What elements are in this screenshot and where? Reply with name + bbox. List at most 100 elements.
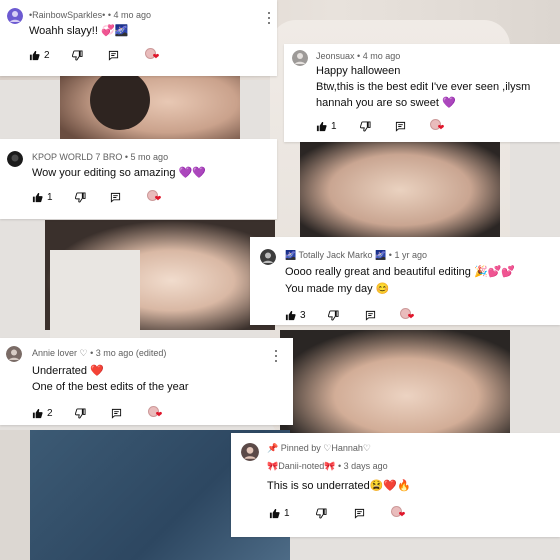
comment-author[interactable]: Jeonsuax — [316, 51, 355, 61]
meta-separator: • — [90, 348, 94, 358]
dislike-button[interactable] — [360, 121, 371, 132]
background-photo-face-1 — [60, 70, 240, 150]
reply-button[interactable] — [365, 310, 376, 321]
like-count: 1 — [284, 507, 290, 519]
comment-text-line-1: Oooo really great and beautiful editing … — [285, 266, 516, 278]
comment-card: KPOP WORLD 7 BRO • 5 mo ago Wow your edi… — [0, 139, 277, 219]
dislike-button[interactable] — [75, 192, 86, 203]
dislike-button[interactable] — [72, 50, 83, 61]
like-button[interactable]: 2 — [29, 50, 50, 61]
thumbs-down-icon — [75, 192, 86, 203]
dislike-button[interactable] — [75, 408, 86, 419]
meta-separator: • — [107, 10, 112, 20]
reply-icon — [111, 408, 122, 419]
comment-author[interactable]: 🎀Danii-noted🎀 — [267, 461, 335, 471]
like-button[interactable]: 3 — [285, 310, 306, 321]
meta-separator: • — [388, 250, 392, 260]
comment-time: 5 mo ago — [130, 152, 169, 162]
more-vert-icon[interactable] — [273, 350, 279, 362]
thumbs-up-icon — [29, 50, 40, 61]
comment-text-line-1: Underrated ❤️ — [32, 365, 104, 377]
thumbs-down-icon — [360, 121, 371, 132]
background-photo-face-2 — [300, 140, 500, 240]
avatar[interactable] — [260, 249, 276, 265]
meta-separator: • — [124, 152, 129, 162]
comment-text-line-1: Happy halloween — [316, 65, 401, 77]
comment-actions: 2 ❤ — [29, 48, 163, 62]
comment-meta: 🌌 Totally Jack Marko 🌌 • 1 yr ago — [285, 250, 427, 261]
comment-meta: Jeonsuax • 4 mo ago — [316, 51, 400, 61]
reply-button[interactable] — [354, 508, 365, 519]
like-button[interactable]: 2 — [32, 408, 53, 419]
comment-text: Wow your editing so amazing 💜💜 — [32, 167, 206, 179]
creator-heart-icon[interactable]: ❤ — [429, 119, 448, 133]
comment-text: This is so underrated😫❤️🔥 — [267, 480, 411, 492]
avatar[interactable] — [7, 8, 23, 24]
reply-icon — [354, 508, 365, 519]
creator-heart-icon[interactable]: ❤ — [390, 506, 409, 520]
creator-heart-icon[interactable]: ❤ — [399, 308, 418, 322]
creator-heart-icon[interactable]: ❤ — [144, 48, 163, 62]
thumbs-up-icon — [32, 408, 43, 419]
comment-actions: 1 ❤ — [32, 190, 165, 204]
reply-icon — [395, 121, 406, 132]
reply-button[interactable] — [395, 121, 406, 132]
comment-time: 3 days ago — [343, 461, 388, 471]
avatar[interactable] — [6, 346, 22, 362]
pinned-by-text: Pinned by ♡Hannah♡ — [280, 443, 371, 453]
reply-icon — [110, 192, 121, 203]
more-vert-icon[interactable] — [266, 12, 272, 24]
reply-icon — [365, 310, 376, 321]
dislike-button[interactable] — [316, 508, 327, 519]
avatar[interactable] — [292, 50, 308, 66]
avatar[interactable] — [7, 151, 23, 167]
creator-heart-icon[interactable]: ❤ — [147, 406, 166, 420]
thumbs-up-icon — [32, 192, 43, 203]
pinned-label: 📌 Pinned by ♡Hannah♡ — [267, 443, 371, 454]
background-photo-shirt — [50, 250, 140, 340]
thumbs-up-icon — [269, 508, 280, 519]
comment-actions: 3 ❤ — [285, 308, 418, 322]
like-button[interactable]: 1 — [32, 192, 53, 203]
comment-text: Woahh slayy!! 💞🌌 — [29, 25, 129, 37]
creator-heart-icon[interactable]: ❤ — [146, 190, 165, 204]
comment-text-line-3: hannah you are so sweet 💜 — [316, 97, 456, 109]
comment-author[interactable]: •RainbowSparkles• — [29, 10, 105, 20]
pin-icon: 📌 — [267, 443, 279, 453]
comment-meta: •RainbowSparkles• • 4 mo ago — [29, 10, 151, 20]
like-count: 2 — [47, 407, 53, 419]
comment-author[interactable]: 🌌 Totally Jack Marko 🌌 — [285, 250, 386, 260]
comment-meta: 🎀Danii-noted🎀 • 3 days ago — [267, 461, 388, 472]
comment-text-line-2: One of the best edits of the year — [32, 381, 189, 393]
comment-text-line-2: You made my day 😊 — [285, 283, 390, 295]
comment-text-line-2: Btw,this is the best edit I've ever seen… — [316, 81, 531, 93]
meta-separator: • — [337, 461, 342, 471]
comment-meta: Annie lover ♡ • 3 mo ago (edited) — [32, 348, 166, 359]
thumbs-up-icon — [285, 310, 296, 321]
comment-card: Jeonsuax • 4 mo ago Happy halloween Btw,… — [284, 44, 560, 142]
reply-button[interactable] — [110, 192, 121, 203]
dislike-button[interactable] — [328, 310, 339, 321]
avatar[interactable] — [241, 443, 259, 461]
comment-time: 4 mo ago — [362, 51, 401, 61]
like-count: 1 — [47, 191, 53, 203]
comment-actions: 2 ❤ — [32, 406, 166, 420]
like-count: 3 — [300, 309, 306, 321]
reply-icon — [108, 50, 119, 61]
background-photo-hair-1 — [90, 70, 150, 130]
like-count: 1 — [331, 120, 337, 132]
comment-time: 3 mo ago (edited) — [95, 348, 167, 358]
pinned-comment-card: 📌 Pinned by ♡Hannah♡ 🎀Danii-noted🎀 • 3 d… — [231, 433, 560, 537]
comment-time: 1 yr ago — [394, 250, 427, 260]
thumbs-up-icon — [316, 121, 327, 132]
comment-card: Annie lover ♡ • 3 mo ago (edited) Underr… — [0, 338, 293, 425]
comment-time: 4 mo ago — [113, 10, 152, 20]
comment-author[interactable]: KPOP WORLD 7 BRO — [32, 152, 122, 162]
like-button[interactable]: 1 — [316, 121, 337, 132]
reply-button[interactable] — [111, 408, 122, 419]
comment-author[interactable]: Annie lover ♡ — [32, 348, 88, 358]
meta-separator: • — [357, 51, 361, 61]
reply-button[interactable] — [108, 50, 119, 61]
like-button[interactable]: 1 — [269, 508, 290, 519]
comment-card: 🌌 Totally Jack Marko 🌌 • 1 yr ago Oooo r… — [250, 237, 560, 325]
